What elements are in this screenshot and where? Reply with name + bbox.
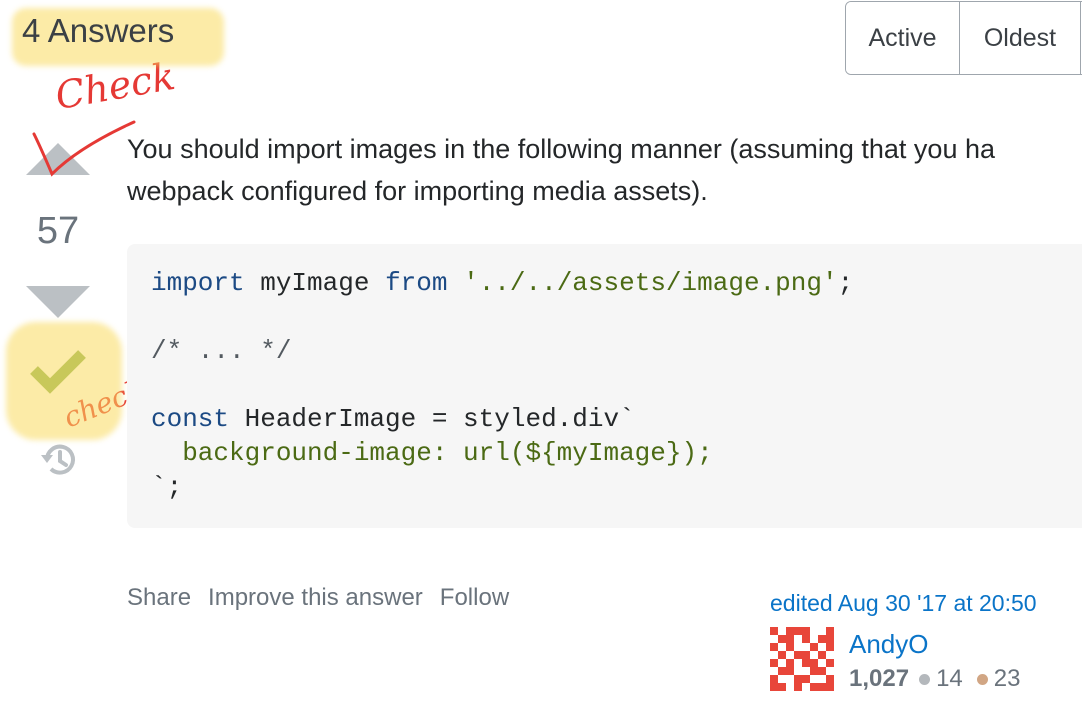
code-content: import myImage from '../../assets/image.… <box>151 266 853 504</box>
sort-active-button[interactable]: Active <box>846 2 960 74</box>
answer-body: You should import images in the followin… <box>127 128 1082 212</box>
user-name-link[interactable]: AndyO <box>849 629 929 660</box>
post-actions: Share Improve this answer Follow <box>127 584 509 612</box>
edited-timestamp-link[interactable]: edited Aug 30 '17 at 20:50 <box>770 590 1037 617</box>
improve-answer-link[interactable]: Improve this answer <box>208 584 423 612</box>
code-token: ; <box>837 268 854 298</box>
code-token: HeaderImage = styled.div` <box>229 404 635 434</box>
silver-badge-icon <box>919 673 931 685</box>
silver-badge-count: 14 <box>936 665 963 692</box>
answer-body-line: You should import images in the followin… <box>127 134 995 164</box>
follow-link[interactable]: Follow <box>440 584 509 612</box>
code-token: import <box>151 268 245 298</box>
code-comment: /* ... */ <box>151 336 292 366</box>
code-token: from <box>385 268 448 298</box>
code-token: myImage <box>244 268 386 298</box>
bronze-badge-icon <box>976 673 988 685</box>
vote-count: 57 <box>36 210 80 252</box>
user-avatar[interactable] <box>770 627 834 691</box>
downvote-arrow-icon[interactable] <box>26 286 90 318</box>
code-block: import myImage from '../../assets/image.… <box>127 244 1082 528</box>
code-token: '../../assets/image.png' <box>463 268 838 298</box>
user-stats: 1,027 14 23 <box>849 665 1034 693</box>
accepted-highlight <box>6 322 122 440</box>
answer-body-line: webpack configured for importing media a… <box>127 176 708 206</box>
reputation-score: 1,027 <box>849 665 910 692</box>
sort-oldest-button[interactable]: Oldest <box>960 2 1081 74</box>
code-token: const <box>151 404 230 434</box>
history-icon[interactable] <box>39 441 79 479</box>
answers-count-heading: 4 Answers <box>22 12 175 49</box>
bronze-badge-count: 23 <box>993 665 1021 692</box>
upvote-arrow-icon[interactable] <box>26 143 90 175</box>
code-token: `; <box>151 472 183 502</box>
share-link[interactable]: Share <box>127 584 191 612</box>
sort-tabs: Active Oldest <box>845 1 1082 75</box>
code-token: background-image: url(${myImage}); <box>151 438 713 468</box>
